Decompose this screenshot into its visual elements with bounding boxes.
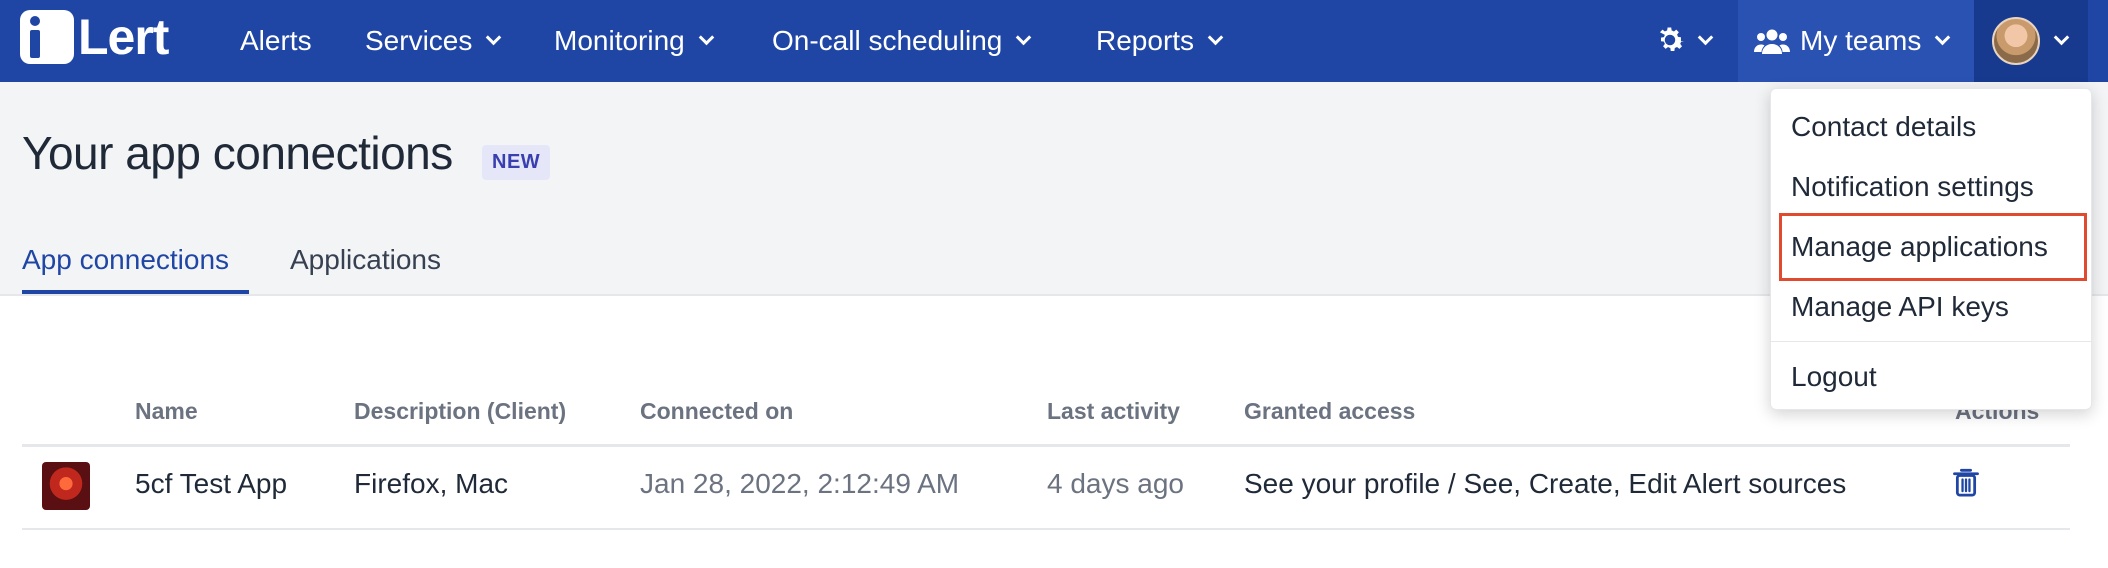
cell-last-activity: 4 days ago xyxy=(1047,468,1184,499)
menu-item-notification-settings[interactable]: Notification settings xyxy=(1791,171,2034,203)
nav-alerts-label: Alerts xyxy=(240,25,312,56)
column-header-description[interactable]: Description (Client) xyxy=(354,398,566,425)
users-icon xyxy=(1754,29,1790,54)
new-badge: NEW xyxy=(482,145,551,180)
tab-applications[interactable]: Applications xyxy=(290,244,441,276)
chevron-down-icon xyxy=(1207,29,1224,45)
nav-oncall-scheduling[interactable]: On-call scheduling xyxy=(772,0,1032,82)
avatar xyxy=(1992,17,2040,65)
logo-mark-icon xyxy=(20,10,74,64)
nav-monitoring-label: Monitoring xyxy=(554,25,685,56)
user-menu-toggle[interactable] xyxy=(1974,0,2088,82)
menu-item-contact-details[interactable]: Contact details xyxy=(1791,111,1976,143)
tab-app-connections[interactable]: App connections xyxy=(22,244,229,276)
chevron-down-icon xyxy=(1935,29,1951,45)
chevron-down-icon xyxy=(1016,29,1032,45)
chevron-down-icon xyxy=(2053,29,2070,45)
gear-icon[interactable] xyxy=(1652,22,1688,58)
column-header-granted-access[interactable]: Granted access xyxy=(1244,398,1415,425)
logo-text: Lert xyxy=(78,9,169,65)
chevron-down-icon xyxy=(1697,29,1714,45)
cell-app-name: 5cf Test App xyxy=(135,468,288,499)
nav-alerts[interactable]: Alerts xyxy=(240,0,312,82)
column-header-name[interactable]: Name xyxy=(135,398,198,425)
cell-description: Firefox, Mac xyxy=(354,468,509,499)
nav-reports-label: Reports xyxy=(1096,25,1195,56)
chevron-down-icon xyxy=(486,29,502,45)
top-navbar: Lert Alerts Services Monitoring On-call … xyxy=(0,0,2108,82)
nav-reports[interactable]: Reports xyxy=(1096,0,1224,82)
my-teams-label: My teams xyxy=(1800,25,1922,56)
column-header-connected-on[interactable]: Connected on xyxy=(640,398,793,425)
settings-dropdown-toggle[interactable] xyxy=(1697,0,1714,82)
cell-granted-access: See your profile / See, Create, Edit Ale… xyxy=(1244,468,1847,499)
menu-divider xyxy=(1771,341,2091,342)
my-teams-button[interactable]: My teams xyxy=(1738,0,1974,82)
menu-item-logout[interactable]: Logout xyxy=(1791,361,1877,393)
chevron-down-icon xyxy=(698,29,715,45)
ilert-logo[interactable]: Lert xyxy=(20,9,169,65)
trash-icon[interactable] xyxy=(1952,468,1980,498)
app-thumbnail-icon xyxy=(42,462,90,510)
nav-oncall-label: On-call scheduling xyxy=(772,25,1003,56)
table-header-divider xyxy=(22,444,2070,447)
nav-services-label: Services xyxy=(365,25,473,56)
nav-monitoring[interactable]: Monitoring xyxy=(554,0,715,82)
column-header-last-activity[interactable]: Last activity xyxy=(1047,398,1180,425)
cell-connected-on: Jan 28, 2022, 2:12:49 AM xyxy=(640,468,960,499)
user-dropdown-menu: Contact details Notification settings Ma… xyxy=(1770,88,2092,410)
page-title: Your app connections xyxy=(22,127,453,179)
menu-item-manage-api-keys[interactable]: Manage API keys xyxy=(1791,291,2009,323)
nav-services[interactable]: Services xyxy=(365,0,502,82)
menu-item-manage-applications[interactable]: Manage applications xyxy=(1791,231,2048,263)
row-divider xyxy=(22,528,2070,530)
